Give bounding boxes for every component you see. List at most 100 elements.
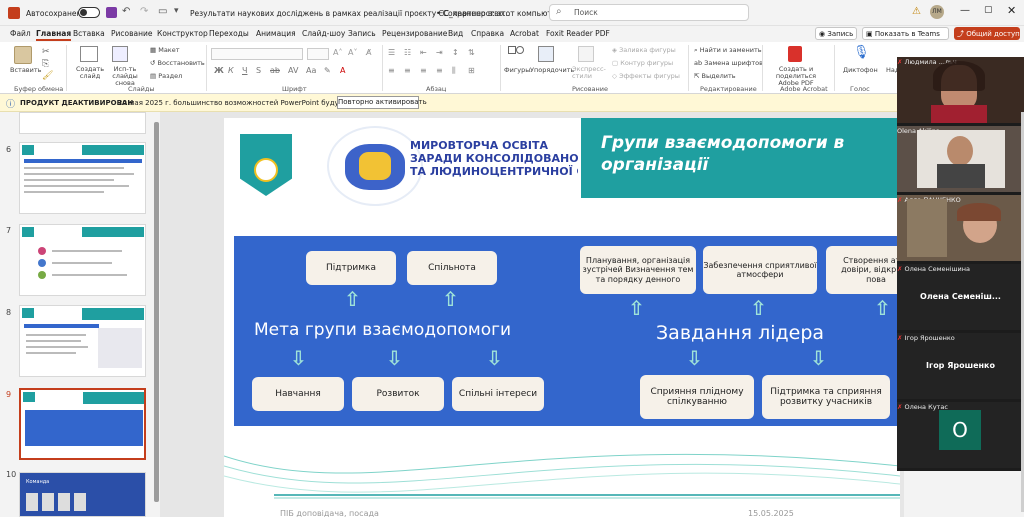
tab-design[interactable]: Конструктор	[157, 29, 208, 38]
participant-tile[interactable]: ✗ Алла ПАНЧЕНКО	[897, 195, 1024, 261]
slide-thumbnail-9-selected[interactable]	[19, 388, 146, 460]
tab-acrobat[interactable]: Acrobat	[510, 29, 539, 38]
slide-thumbnail-6[interactable]	[19, 142, 146, 214]
slide-thumbnail-10[interactable]: Команда	[19, 472, 146, 517]
record-button[interactable]: ◉ Запись	[815, 27, 857, 40]
find-button[interactable]: ⌕ Найти и заменить	[694, 46, 762, 55]
font-grow-icon[interactable]: A˄	[333, 48, 342, 57]
shape-outline-button[interactable]: ▢ Контур фигуры	[612, 59, 673, 67]
tab-foxit[interactable]: Foxit Reader PDF	[546, 29, 610, 38]
acrobat-icon[interactable]	[788, 46, 802, 62]
tab-animation[interactable]: Анимация	[256, 29, 296, 38]
slide-thumbnail-8[interactable]	[19, 305, 146, 377]
search-placeholder: Поиск	[574, 8, 598, 17]
user-avatar[interactable]: ЛМ	[930, 5, 944, 19]
minimize-button[interactable]: —	[960, 5, 970, 16]
quick-styles-icon[interactable]	[578, 46, 594, 62]
arrange-icon[interactable]	[538, 46, 554, 62]
spacing-icon[interactable]: AV	[288, 66, 298, 75]
italic-icon[interactable]: К	[228, 66, 234, 75]
arrange-label[interactable]: Упорядочить	[530, 66, 574, 74]
bold-icon[interactable]: Ж	[214, 66, 224, 75]
warning-icon[interactable]: ⚠	[912, 6, 921, 17]
cut-icon[interactable]: ✂	[42, 47, 50, 57]
layout-icon: ▦	[150, 46, 159, 54]
numbering-icon[interactable]: ☷	[404, 48, 411, 57]
tab-review[interactable]: Рецензирование	[382, 29, 447, 38]
paste-icon[interactable]	[14, 46, 32, 64]
shapes-label[interactable]: Фигуры	[504, 66, 530, 74]
participant-tile[interactable]: О ✗ Олена Кутас	[897, 402, 1024, 468]
columns-icon[interactable]: ⫼	[452, 66, 456, 76]
decrease-indent-icon[interactable]: ⇤	[420, 48, 427, 57]
group-acrobat: Adobe Acrobat	[780, 85, 828, 93]
quick-styles-label[interactable]: Экспресс-стили	[572, 65, 606, 80]
new-slide-label[interactable]: Создать слайд	[74, 65, 106, 80]
font-color-icon[interactable]: A	[340, 66, 345, 75]
increase-indent-icon[interactable]: ⇥	[436, 48, 443, 57]
participant-tile[interactable]: Ігор Ярошенко ✗ Ігор Ярошенко	[897, 333, 1024, 399]
tab-file[interactable]: Файл	[10, 29, 31, 38]
participant-tile[interactable]: ✗ Людмила ...льч	[897, 57, 1024, 123]
shape-effects-button[interactable]: ◇ Эффекты фигуры	[612, 72, 680, 80]
customize-icon[interactable]: ▾	[174, 6, 179, 16]
present-icon[interactable]: ▭	[158, 6, 167, 17]
clear-format-icon[interactable]: A̸	[366, 48, 371, 57]
undo-icon[interactable]: ↶	[122, 6, 130, 17]
reactivate-button[interactable]: Повторно активировать	[337, 96, 427, 109]
tab-transitions[interactable]: Переходы	[209, 29, 249, 38]
justify-icon[interactable]: ≡	[436, 66, 443, 75]
tab-view[interactable]: Вид	[448, 29, 463, 38]
shape-fill-button[interactable]: ◈ Заливка фигуры	[612, 46, 676, 54]
new-slide-icon[interactable]	[80, 46, 98, 62]
select-button[interactable]: ⇱ Выделить	[694, 72, 736, 80]
font-shrink-icon[interactable]: A˅	[348, 48, 357, 57]
strike-icon[interactable]: ab	[270, 66, 280, 75]
slide-thumbnail-5[interactable]	[19, 112, 146, 134]
font-size-select[interactable]	[307, 48, 329, 60]
reset-button[interactable]: ↺ Восстановить	[150, 59, 205, 67]
save-status[interactable]: • Сохранено в: этот компьютер	[436, 9, 561, 18]
highlight-icon[interactable]: ✎	[324, 66, 331, 75]
save-icon[interactable]	[106, 7, 117, 18]
dictation-label[interactable]: Диктофон	[843, 66, 878, 74]
tab-insert[interactable]: Вставка	[73, 29, 105, 38]
shadow-icon[interactable]: S	[256, 66, 261, 75]
slide-thumbnail-7[interactable]	[19, 224, 146, 296]
share-button[interactable]: ⤴ Общий доступ	[954, 27, 1020, 40]
thumbnails-scrollbar[interactable]	[154, 122, 159, 502]
reuse-slides-icon[interactable]	[112, 46, 128, 62]
align-left-icon[interactable]: ≡	[388, 66, 395, 75]
line-spacing-icon[interactable]: ↕	[452, 48, 459, 57]
text-direction-icon[interactable]: ⇅	[468, 48, 475, 57]
case-icon[interactable]: Aa	[306, 66, 316, 75]
replace-fonts-button[interactable]: ab Замена шрифтов	[694, 59, 763, 67]
bullets-icon[interactable]: ☰	[388, 48, 395, 57]
close-button[interactable]: ✕	[1007, 4, 1016, 17]
paste-label[interactable]: Вставить	[10, 66, 41, 74]
section-button[interactable]: ▤ Раздел	[150, 72, 182, 80]
format-painter-icon[interactable]: 🖌	[42, 71, 53, 81]
align-right-icon[interactable]: ≡	[420, 66, 427, 75]
tab-draw[interactable]: Рисование	[111, 29, 153, 38]
shapes-icon[interactable]	[508, 46, 526, 62]
copy-icon[interactable]: ⎘	[42, 59, 49, 69]
font-name-select[interactable]	[211, 48, 303, 60]
maximize-button[interactable]: ▢	[984, 5, 993, 15]
layout-button[interactable]: ▦ Макет	[150, 46, 180, 54]
participant-tile[interactable]: Olena Akilina	[897, 126, 1024, 192]
teams-button[interactable]: ▣ Показать в Teams	[862, 27, 949, 40]
teams-label: Показать в Teams	[874, 30, 940, 38]
search-box[interactable]: ⌕ Поиск	[549, 4, 749, 21]
redo-icon[interactable]: ↷	[140, 6, 148, 17]
microphone-icon[interactable]: 🎙	[853, 45, 870, 60]
align-center-icon[interactable]: ≡	[404, 66, 411, 75]
underline-icon[interactable]: Ч	[242, 66, 247, 75]
tab-home[interactable]: Главная	[36, 29, 72, 41]
tab-record[interactable]: Запись	[348, 29, 376, 38]
autosave-toggle[interactable]	[78, 7, 100, 18]
smartart-icon[interactable]: ⊞	[468, 66, 475, 75]
tab-slideshow[interactable]: Слайд-шоу	[302, 29, 345, 38]
tab-help[interactable]: Справка	[471, 29, 504, 38]
participant-tile[interactable]: Олена Семеніш... ✗ Олена Семенішина	[897, 264, 1024, 330]
